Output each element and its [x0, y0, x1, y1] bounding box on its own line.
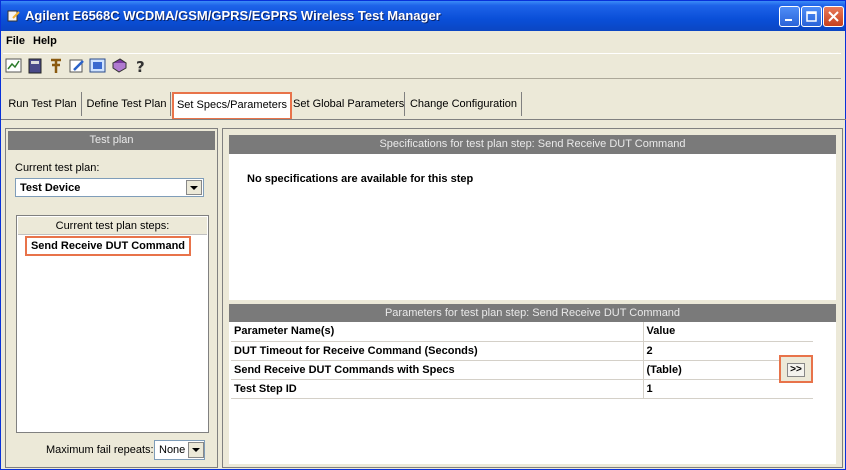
tools-icon[interactable] — [47, 57, 65, 75]
minimize-button[interactable] — [779, 6, 800, 27]
tab-run-test-plan[interactable]: Run Test Plan — [4, 92, 82, 116]
chevron-down-icon — [190, 186, 198, 190]
tab-strip: Run Test Plan Define Test Plan Set Specs… — [1, 92, 846, 120]
chart-icon[interactable] — [5, 57, 23, 75]
parameters-table: Parameter Name(s) Value DUT Timeout for … — [231, 322, 813, 399]
menu-file[interactable]: File — [6, 35, 25, 47]
parameters-header: Parameters for test plan step: Send Rece… — [229, 304, 836, 323]
tab-change-configuration[interactable]: Change Configuration — [406, 92, 522, 116]
maximize-icon — [806, 11, 817, 22]
max-fail-repeats-select[interactable]: None — [154, 440, 205, 460]
close-icon — [828, 11, 839, 22]
parameter-name: Test Step ID — [231, 379, 644, 399]
title-bar[interactable]: Agilent E6568C WCDMA/GSM/GPRS/EGPRS Wire… — [1, 1, 845, 31]
list-item[interactable]: Send Receive DUT Command — [25, 236, 191, 256]
current-test-plan-value: Test Device — [20, 182, 81, 194]
tab-set-specs-parameters[interactable]: Set Specs/Parameters — [172, 92, 292, 120]
menu-help[interactable]: Help — [33, 35, 57, 47]
book-icon[interactable] — [110, 57, 128, 75]
max-fail-repeats-label: Maximum fail repeats: — [46, 444, 154, 456]
svg-text:?: ? — [136, 58, 145, 75]
tab-divider — [1, 119, 846, 120]
menu-bar: File Help — [1, 32, 845, 50]
chevron-down-icon — [192, 448, 200, 452]
table-row[interactable]: Test Step ID 1 — [231, 379, 813, 399]
test-plan-steps-list: Current test plan steps: Send Receive DU… — [16, 215, 209, 433]
table-row[interactable]: DUT Timeout for Receive Command (Seconds… — [231, 341, 813, 361]
dropdown-button[interactable] — [188, 442, 204, 458]
parameters-area: Parameter Name(s) Value DUT Timeout for … — [229, 322, 836, 464]
no-specifications-message: No specifications are available for this… — [247, 173, 474, 185]
table-row[interactable]: Send Receive DUT Commands with Specs (Ta… — [231, 360, 813, 380]
tab-set-global-parameters[interactable]: Set Global Parameters — [293, 92, 405, 116]
edit-icon[interactable] — [68, 57, 86, 75]
window-title: Agilent E6568C WCDMA/GSM/GPRS/EGPRS Wire… — [25, 8, 441, 23]
dropdown-button[interactable] — [186, 180, 202, 195]
help-icon[interactable]: ? — [131, 57, 149, 75]
max-fail-repeats-value: None — [159, 444, 186, 456]
specifications-area: No specifications are available for this… — [229, 154, 836, 300]
column-header-value: Value — [643, 322, 813, 342]
table-header-row: Parameter Name(s) Value — [231, 322, 813, 342]
minimize-icon — [785, 19, 792, 21]
image-icon[interactable] — [89, 57, 107, 75]
current-test-plan-label: Current test plan: — [15, 162, 100, 174]
tab-define-test-plan[interactable]: Define Test Plan — [83, 92, 171, 116]
maximize-button[interactable] — [801, 6, 822, 27]
test-plan-panel: Test plan Current test plan: Test Device… — [5, 128, 218, 468]
app-window: Agilent E6568C WCDMA/GSM/GPRS/EGPRS Wire… — [0, 0, 846, 470]
edit-table-button[interactable]: >> — [779, 355, 813, 383]
column-header-parameter: Parameter Name(s) — [231, 322, 644, 342]
steps-header: Current test plan steps: — [18, 217, 207, 235]
test-plan-header: Test plan — [8, 131, 215, 150]
parameter-name: Send Receive DUT Commands with Specs — [231, 360, 644, 380]
edit-table-button-label: >> — [787, 363, 805, 377]
specifications-header: Specifications for test plan step: Send … — [229, 135, 836, 154]
specs-parameters-panel: Specifications for test plan step: Send … — [222, 128, 843, 468]
toolbar: ? — [3, 53, 841, 79]
app-icon — [7, 10, 20, 22]
parameter-name: DUT Timeout for Receive Command (Seconds… — [231, 341, 644, 361]
close-button[interactable] — [823, 6, 844, 27]
current-test-plan-select[interactable]: Test Device — [15, 178, 204, 197]
notebook-icon[interactable] — [26, 57, 44, 75]
